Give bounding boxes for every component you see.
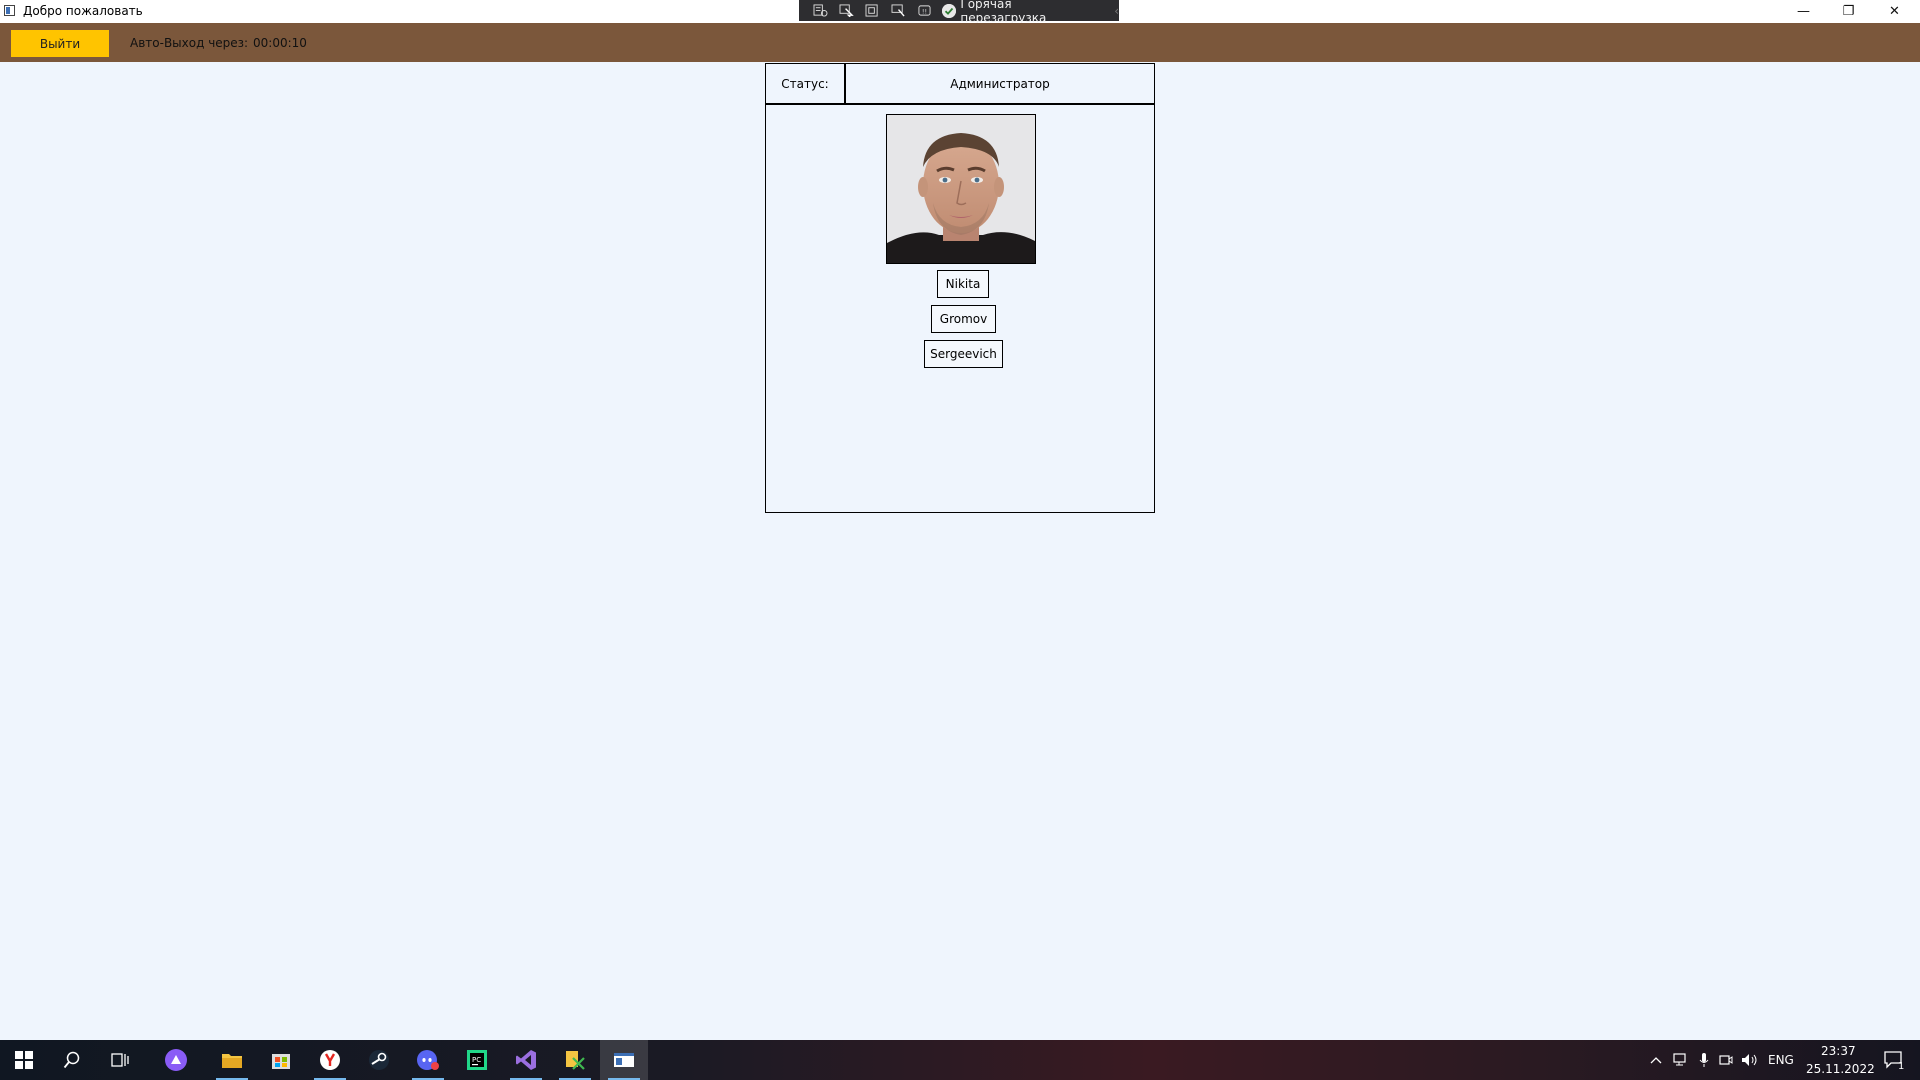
- first-name-field: Nikita: [937, 270, 989, 298]
- user-photo: [886, 114, 1036, 264]
- close-button[interactable]: ✕: [1872, 0, 1917, 22]
- clock-date[interactable]: 25.11.2022: [1806, 1062, 1875, 1076]
- status-value: Администратор: [950, 76, 1050, 91]
- app-window-icon[interactable]: [600, 1040, 648, 1080]
- discord-icon[interactable]: [404, 1040, 452, 1080]
- window-title: Добро пожаловать: [23, 4, 143, 18]
- clock-time[interactable]: 23:37: [1821, 1044, 1856, 1058]
- search-icon[interactable]: [48, 1040, 96, 1080]
- task-view-icon[interactable]: [96, 1040, 144, 1080]
- display-layout-adorners-icon[interactable]: [865, 4, 881, 18]
- track-focus-icon[interactable]: [891, 4, 907, 18]
- notification-center-icon[interactable]: 1: [1872, 1040, 1916, 1080]
- restore-button[interactable]: ❐: [1826, 0, 1871, 22]
- yandex-browser-icon[interactable]: [306, 1040, 354, 1080]
- chevron-up-icon[interactable]: [1643, 1040, 1669, 1080]
- network-icon[interactable]: [1669, 1040, 1693, 1080]
- alice-icon[interactable]: [152, 1040, 200, 1080]
- store-icon[interactable]: [257, 1040, 305, 1080]
- notification-count: 1: [1898, 1061, 1905, 1072]
- xaml-debug-toolbar: !! Горячая перезагрузка ‹: [799, 0, 1119, 25]
- svg-text:!!: !!: [922, 7, 927, 15]
- xaml-designer-icon[interactable]: [551, 1040, 599, 1080]
- file-explorer-icon[interactable]: [208, 1040, 256, 1080]
- patronymic-field: Sergeevich: [924, 340, 1003, 368]
- live-visual-tree-icon[interactable]: [813, 4, 829, 18]
- visual-studio-icon[interactable]: [502, 1040, 550, 1080]
- status-row: Статус: Администратор: [765, 63, 1155, 105]
- app-window-icon: [4, 5, 15, 16]
- user-portrait-image: [887, 115, 1035, 263]
- hot-reload-ok-icon: [942, 3, 957, 18]
- select-element-icon[interactable]: [839, 4, 855, 18]
- autologout-label: Авто-Выход через:: [130, 36, 249, 50]
- logout-button[interactable]: Выйти: [11, 30, 109, 57]
- autologout-timer: 00:00:10: [253, 36, 307, 50]
- window-title-bar: Добро пожаловать !! Горячая перезагрузка…: [0, 0, 1920, 25]
- xaml-binding-failures-icon[interactable]: !!: [917, 4, 933, 18]
- steam-icon[interactable]: [355, 1040, 403, 1080]
- windows-taskbar: PC ENG 23:37 25.11.2022 1: [0, 1040, 1920, 1080]
- minimize-button[interactable]: —: [1781, 0, 1826, 22]
- volume-icon[interactable]: [1737, 1040, 1763, 1080]
- language-indicator[interactable]: ENG: [1768, 1053, 1794, 1067]
- svg-text:PC: PC: [472, 1056, 481, 1064]
- collapse-toolbar-icon[interactable]: ‹: [1114, 4, 1119, 18]
- webcam-icon[interactable]: [1715, 1040, 1737, 1080]
- top-command-bar: Выйти Авто-Выход через: 00:00:10: [0, 23, 1920, 62]
- status-label: Статус:: [766, 64, 846, 103]
- microphone-icon[interactable]: [1693, 1040, 1715, 1080]
- last-name-field: Gromov: [931, 305, 996, 333]
- hot-reload-label[interactable]: Горячая перезагрузка: [960, 0, 1100, 25]
- windows-start-icon[interactable]: [0, 1040, 48, 1080]
- pycharm-icon[interactable]: PC: [453, 1040, 501, 1080]
